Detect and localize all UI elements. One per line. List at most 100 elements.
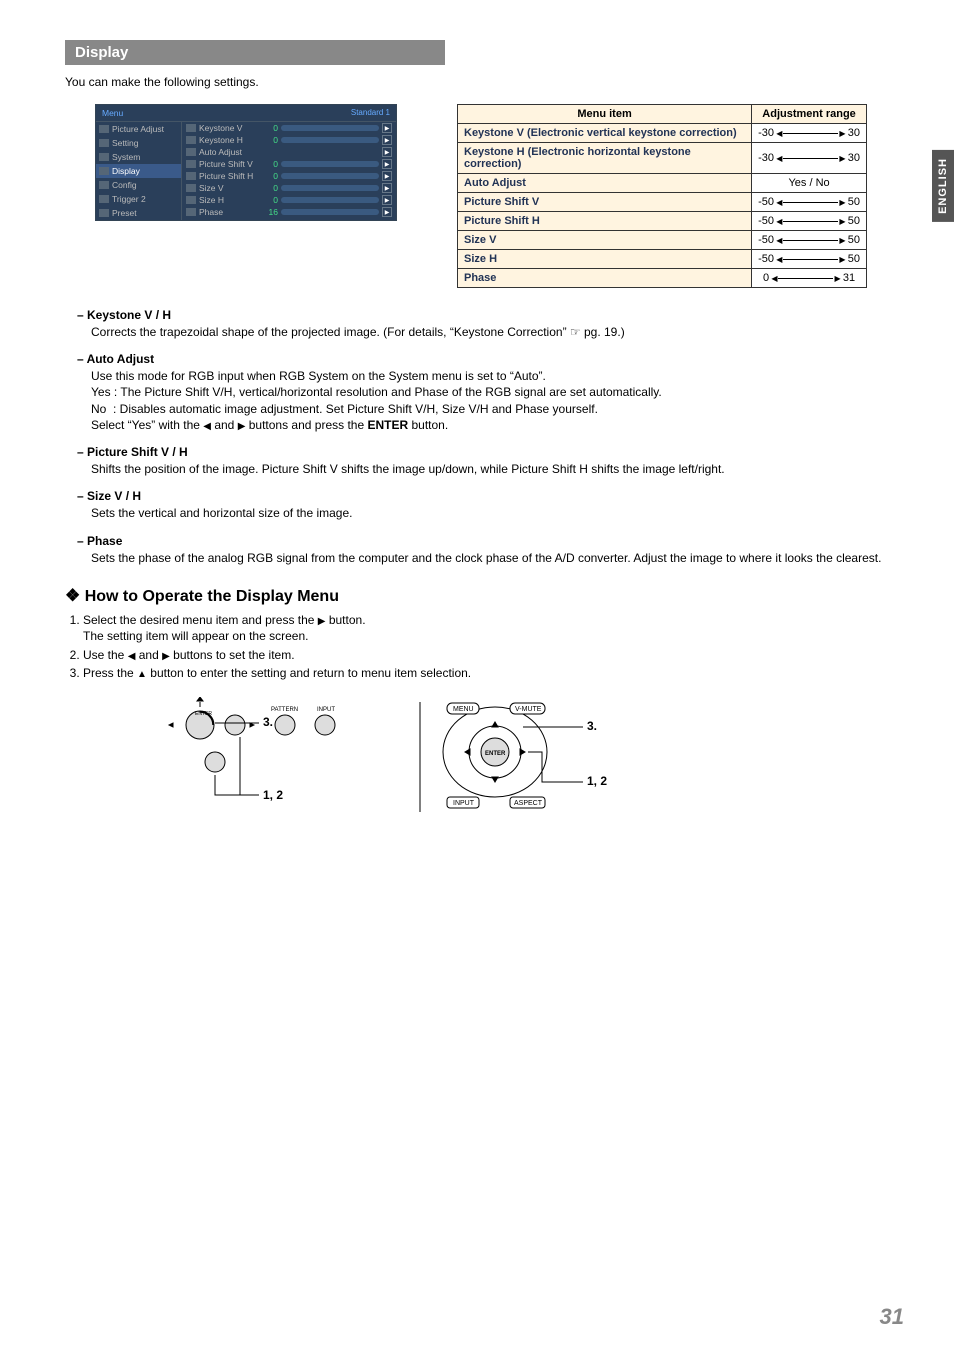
table-row: Phase0 ◀▶ 31: [458, 269, 867, 288]
osd-left-item: Config: [96, 178, 181, 192]
row-icon: [186, 136, 196, 144]
osd-row: Phase16▶: [182, 206, 396, 218]
table-range-cell: -30 ◀▶ 30: [752, 143, 867, 174]
howto-title-text: How to Operate the Display Menu: [85, 588, 339, 605]
right-arrow-icon: ▶: [382, 183, 392, 193]
enter-label: ENTER: [195, 711, 212, 717]
desc-body: Sets the vertical and horizontal size of…: [91, 505, 904, 521]
aspect-label: ASPECT: [514, 800, 543, 807]
language-tab: ENGLISH: [932, 150, 954, 222]
callout-12: 1, 2: [587, 774, 607, 788]
osd-slider-bar: [281, 209, 379, 215]
range-line: [783, 202, 838, 203]
osd-left-label: Display: [112, 166, 140, 176]
table-header-range: Adjustment range: [752, 105, 867, 124]
osd-left-label: Setting: [112, 138, 138, 148]
text: Use the: [83, 648, 128, 662]
right-arrow-icon: ▶: [382, 195, 392, 205]
desc-auto-adjust: – Auto Adjust Use this mode for RGB inpu…: [77, 352, 904, 433]
step-1: Select the desired menu item and press t…: [83, 612, 904, 645]
range-high: 50: [848, 234, 860, 246]
osd-row-value: 0: [264, 183, 278, 193]
desc-title: – Size V / H: [77, 489, 904, 503]
text: Yes : The Picture Shift V/H, vertical/ho…: [91, 385, 662, 399]
osd-left-label: Preset: [112, 208, 137, 218]
osd-row: Auto Adjust▶: [182, 146, 396, 158]
row-icon: [186, 148, 196, 156]
osd-right-column: Keystone V0▶Keystone H0▶Auto Adjust▶Pict…: [182, 122, 396, 220]
right-arrow-icon: ▶: [839, 129, 847, 138]
table-row: Auto AdjustYes / No: [458, 174, 867, 193]
table-item-label: Phase: [458, 269, 752, 288]
table-item-label: Keystone H (Electronic horizontal keysto…: [458, 143, 752, 174]
text: No : Disables automatic image adjustment…: [91, 402, 598, 416]
enter-label: ENTER: [367, 418, 408, 432]
text: Select the desired menu item and press t…: [83, 613, 318, 627]
left-arrow-icon: ◀: [203, 421, 211, 432]
desc-keystone: – Keystone V / H Corrects the trapezoida…: [77, 308, 904, 340]
range-high: 50: [848, 215, 860, 227]
pattern-label: PATTERN: [271, 707, 298, 713]
callout-12: 1, 2: [263, 788, 283, 802]
osd-row: Picture Shift V0▶: [182, 158, 396, 170]
left-arrow-icon: ◀: [774, 154, 782, 163]
desc-body: Shifts the position of the image. Pictur…: [91, 461, 904, 477]
desc-title: – Picture Shift V / H: [77, 445, 904, 459]
range-high: 50: [848, 253, 860, 265]
range-low: -50: [758, 215, 774, 227]
osd-left-item: Display: [96, 164, 181, 178]
table-range-cell: -50 ◀▶ 50: [752, 212, 867, 231]
right-arrow-icon: ▶: [839, 217, 847, 226]
osd-slider-bar: [281, 161, 379, 167]
menu-icon: [99, 209, 109, 217]
enter-label: ENTER: [485, 751, 506, 757]
desc-phase: – Phase Sets the phase of the analog RGB…: [77, 534, 904, 566]
osd-title: Menu: [102, 108, 123, 118]
range-line: [783, 259, 838, 260]
left-arrow-icon: ◀: [774, 198, 782, 207]
step-3: Press the ▲ button to enter the setting …: [83, 665, 904, 682]
table-range-cell: -50 ◀▶ 50: [752, 193, 867, 212]
range-line: [783, 158, 838, 159]
text: button.: [408, 418, 448, 432]
osd-row-label: Size V: [199, 183, 261, 193]
range-line: [778, 278, 833, 279]
range-low: -50: [758, 196, 774, 208]
table-range-cell: -30 ◀▶ 30: [752, 124, 867, 143]
text: Press the: [83, 666, 137, 680]
range-high: 30: [848, 127, 860, 139]
menu-icon: [99, 153, 109, 161]
osd-left-item: Setting: [96, 136, 181, 150]
text: Select “Yes” with the: [91, 418, 203, 432]
page-number: 31: [880, 1304, 904, 1330]
howto-title: ❖ How to Operate the Display Menu: [65, 586, 904, 606]
table-row: Size H-50 ◀▶ 50: [458, 250, 867, 269]
step-sub: The setting item will appear on the scre…: [83, 628, 904, 644]
right-arrow-icon: ▶: [318, 616, 326, 627]
table-row: Picture Shift V-50 ◀▶ 50: [458, 193, 867, 212]
osd-slider-bar: [281, 185, 379, 191]
row-icon: [186, 196, 196, 204]
step-2: Use the ◀ and ▶ buttons to set the item.: [83, 647, 904, 664]
howto-steps: Select the desired menu item and press t…: [65, 612, 904, 682]
text: and: [135, 648, 162, 662]
osd-slider-bar: [281, 173, 379, 179]
desc-body: Corrects the trapezoidal shape of the pr…: [91, 324, 904, 340]
right-arrow-icon: ▶: [382, 147, 392, 157]
left-arrow-icon: ◀: [769, 274, 777, 283]
osd-row: Keystone V0▶: [182, 122, 396, 134]
table-row: Keystone V (Electronic vertical keystone…: [458, 124, 867, 143]
osd-left-column: Picture AdjustSettingSystemDisplayConfig…: [96, 122, 182, 220]
osd-row: Picture Shift H0▶: [182, 170, 396, 182]
left-arrow-icon: ◀: [774, 255, 782, 264]
menu-icon: [99, 181, 109, 189]
range-high: 30: [848, 152, 860, 164]
desc-title: – Keystone V / H: [77, 308, 904, 322]
text: button to enter the setting and return t…: [147, 666, 471, 680]
diamond-icon: ❖: [65, 586, 80, 605]
osd-row: Keystone H0▶: [182, 134, 396, 146]
right-arrow-icon: ▶: [162, 651, 170, 662]
right-arrow-icon: ▶: [834, 274, 842, 283]
row-icon: [186, 208, 196, 216]
range-line: [783, 221, 838, 222]
